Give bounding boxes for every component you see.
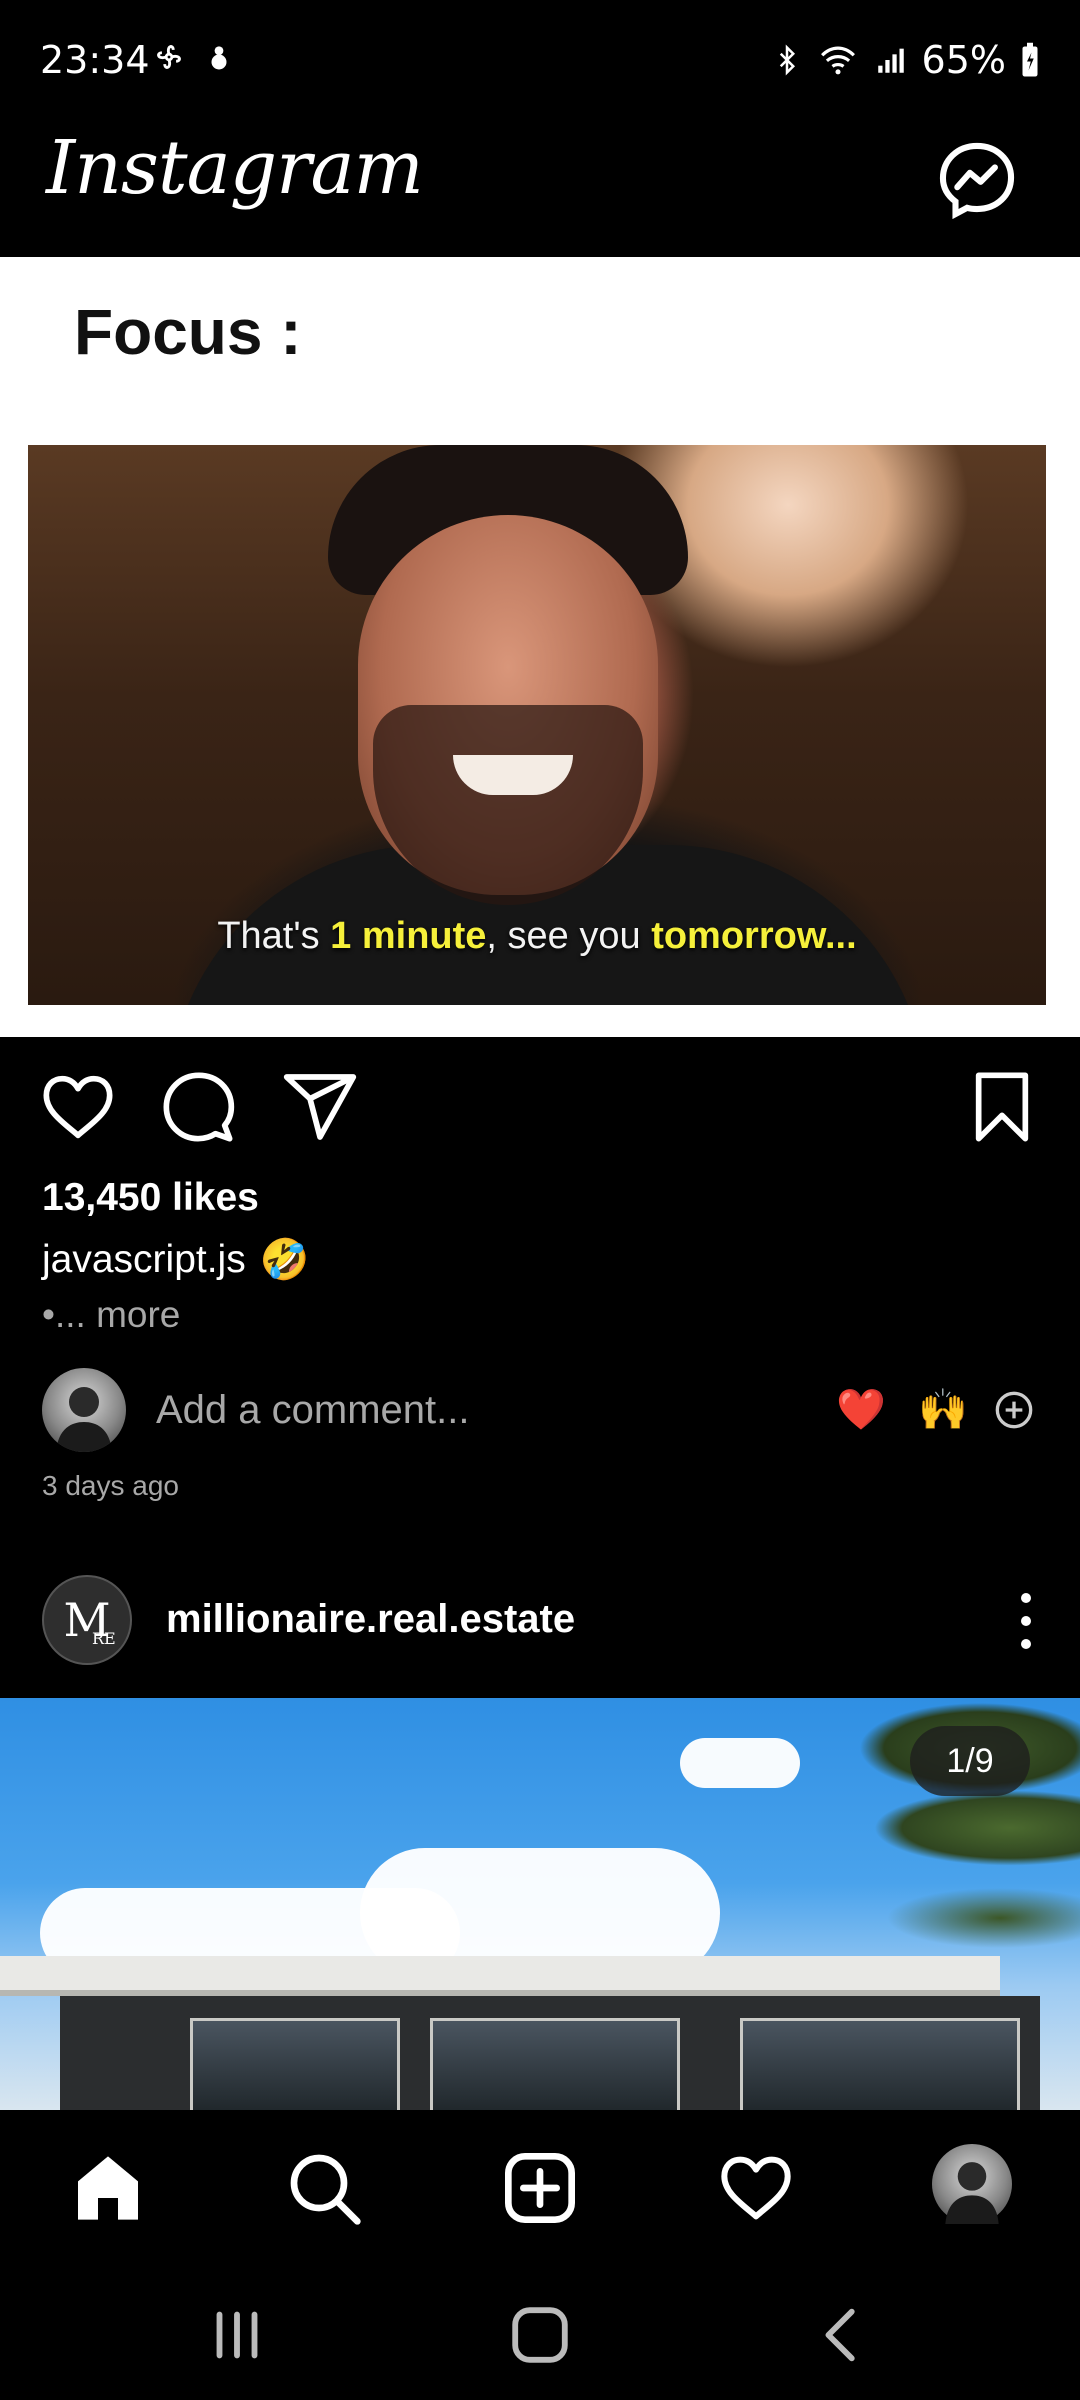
recent-apps-icon[interactable] bbox=[202, 2300, 272, 2370]
share-send-icon[interactable] bbox=[280, 1067, 360, 1147]
add-post-icon[interactable] bbox=[500, 2148, 580, 2228]
status-system-icons: 65% bbox=[772, 38, 1040, 82]
instagram-logo[interactable]: Instagram bbox=[46, 125, 424, 211]
post-header: M RE millionaire.real.estate bbox=[0, 1575, 1080, 1675]
avatar-subtext: RE bbox=[92, 1629, 116, 1648]
post-author-avatar[interactable]: M RE bbox=[42, 1575, 132, 1665]
system-navigation-bar bbox=[0, 2260, 1080, 2400]
likes-count[interactable]: 13,450 likes bbox=[42, 1176, 259, 1220]
caption-username[interactable]: javascript.js bbox=[42, 1238, 246, 1282]
current-user-avatar[interactable] bbox=[42, 1368, 126, 1452]
avatar-silhouette-icon bbox=[945, 2162, 999, 2224]
post-photo: That's 1 minute, see you tomorrow... bbox=[28, 445, 1046, 1005]
subtitle-highlight: tomorrow... bbox=[651, 915, 857, 957]
signal-icon bbox=[877, 48, 904, 73]
app-header: Instagram bbox=[0, 125, 1080, 257]
post-caption: javascript.js 🤣 bbox=[42, 1236, 310, 1283]
post-carousel-image[interactable]: 1/9 bbox=[0, 1698, 1080, 2110]
add-emoji-icon[interactable] bbox=[994, 1390, 1034, 1430]
status-bar: 23:34 65% bbox=[0, 0, 1080, 125]
post-actions bbox=[0, 1037, 1080, 1197]
quick-emoji-raised-hands[interactable]: 🙌 bbox=[918, 1386, 968, 1433]
like-heart-icon[interactable] bbox=[38, 1067, 118, 1147]
comment-icon[interactable] bbox=[158, 1067, 238, 1147]
quick-emoji-heart[interactable]: ❤️ bbox=[836, 1386, 886, 1433]
post-time-ago: 3 days ago bbox=[42, 1470, 179, 1501]
status-notification-icons bbox=[152, 40, 234, 74]
add-comment-row: Add a comment... ❤️ 🙌 bbox=[0, 1368, 1080, 1456]
more-options-icon[interactable] bbox=[1016, 1593, 1036, 1649]
post-author-username[interactable]: millionaire.real.estate bbox=[166, 1597, 575, 1642]
wifi-icon bbox=[820, 46, 855, 75]
messenger-button[interactable] bbox=[934, 137, 1020, 223]
subtitle-highlight: 1 minute bbox=[330, 915, 487, 957]
avatar-silhouette-icon bbox=[56, 1387, 112, 1452]
messenger-icon bbox=[939, 142, 1015, 220]
post-image[interactable]: Focus : That's 1 minute, see you tomorro… bbox=[0, 257, 1080, 1037]
photo-window bbox=[430, 2018, 680, 2110]
subtitle-part: , see you bbox=[486, 915, 652, 957]
status-time: 23:34 bbox=[40, 38, 150, 82]
caption-emoji: 🤣 bbox=[259, 1238, 310, 1282]
caption-more-link[interactable]: •... more bbox=[42, 1294, 180, 1336]
battery-percentage: 65% bbox=[921, 38, 1006, 82]
home-button-icon[interactable] bbox=[505, 2300, 575, 2370]
activity-heart-icon[interactable] bbox=[716, 2148, 796, 2228]
home-icon[interactable] bbox=[68, 2148, 148, 2228]
fan-icon bbox=[157, 45, 181, 69]
snowman-icon bbox=[211, 46, 227, 70]
bluetooth-icon bbox=[779, 44, 795, 76]
image-heading: Focus : bbox=[74, 296, 302, 368]
carousel-counter: 1/9 bbox=[910, 1726, 1030, 1796]
battery-charging-icon bbox=[1022, 42, 1038, 77]
back-icon[interactable] bbox=[808, 2300, 878, 2370]
video-subtitle: That's 1 minute, see you tomorrow... bbox=[28, 915, 1046, 958]
subtitle-part: That's bbox=[217, 915, 331, 957]
comment-input[interactable]: Add a comment... bbox=[156, 1388, 469, 1433]
search-icon[interactable] bbox=[284, 2148, 364, 2228]
photo-window bbox=[190, 2018, 400, 2110]
save-bookmark-icon[interactable] bbox=[962, 1067, 1042, 1147]
profile-avatar[interactable] bbox=[932, 2144, 1012, 2224]
bottom-navigation bbox=[0, 2110, 1080, 2260]
